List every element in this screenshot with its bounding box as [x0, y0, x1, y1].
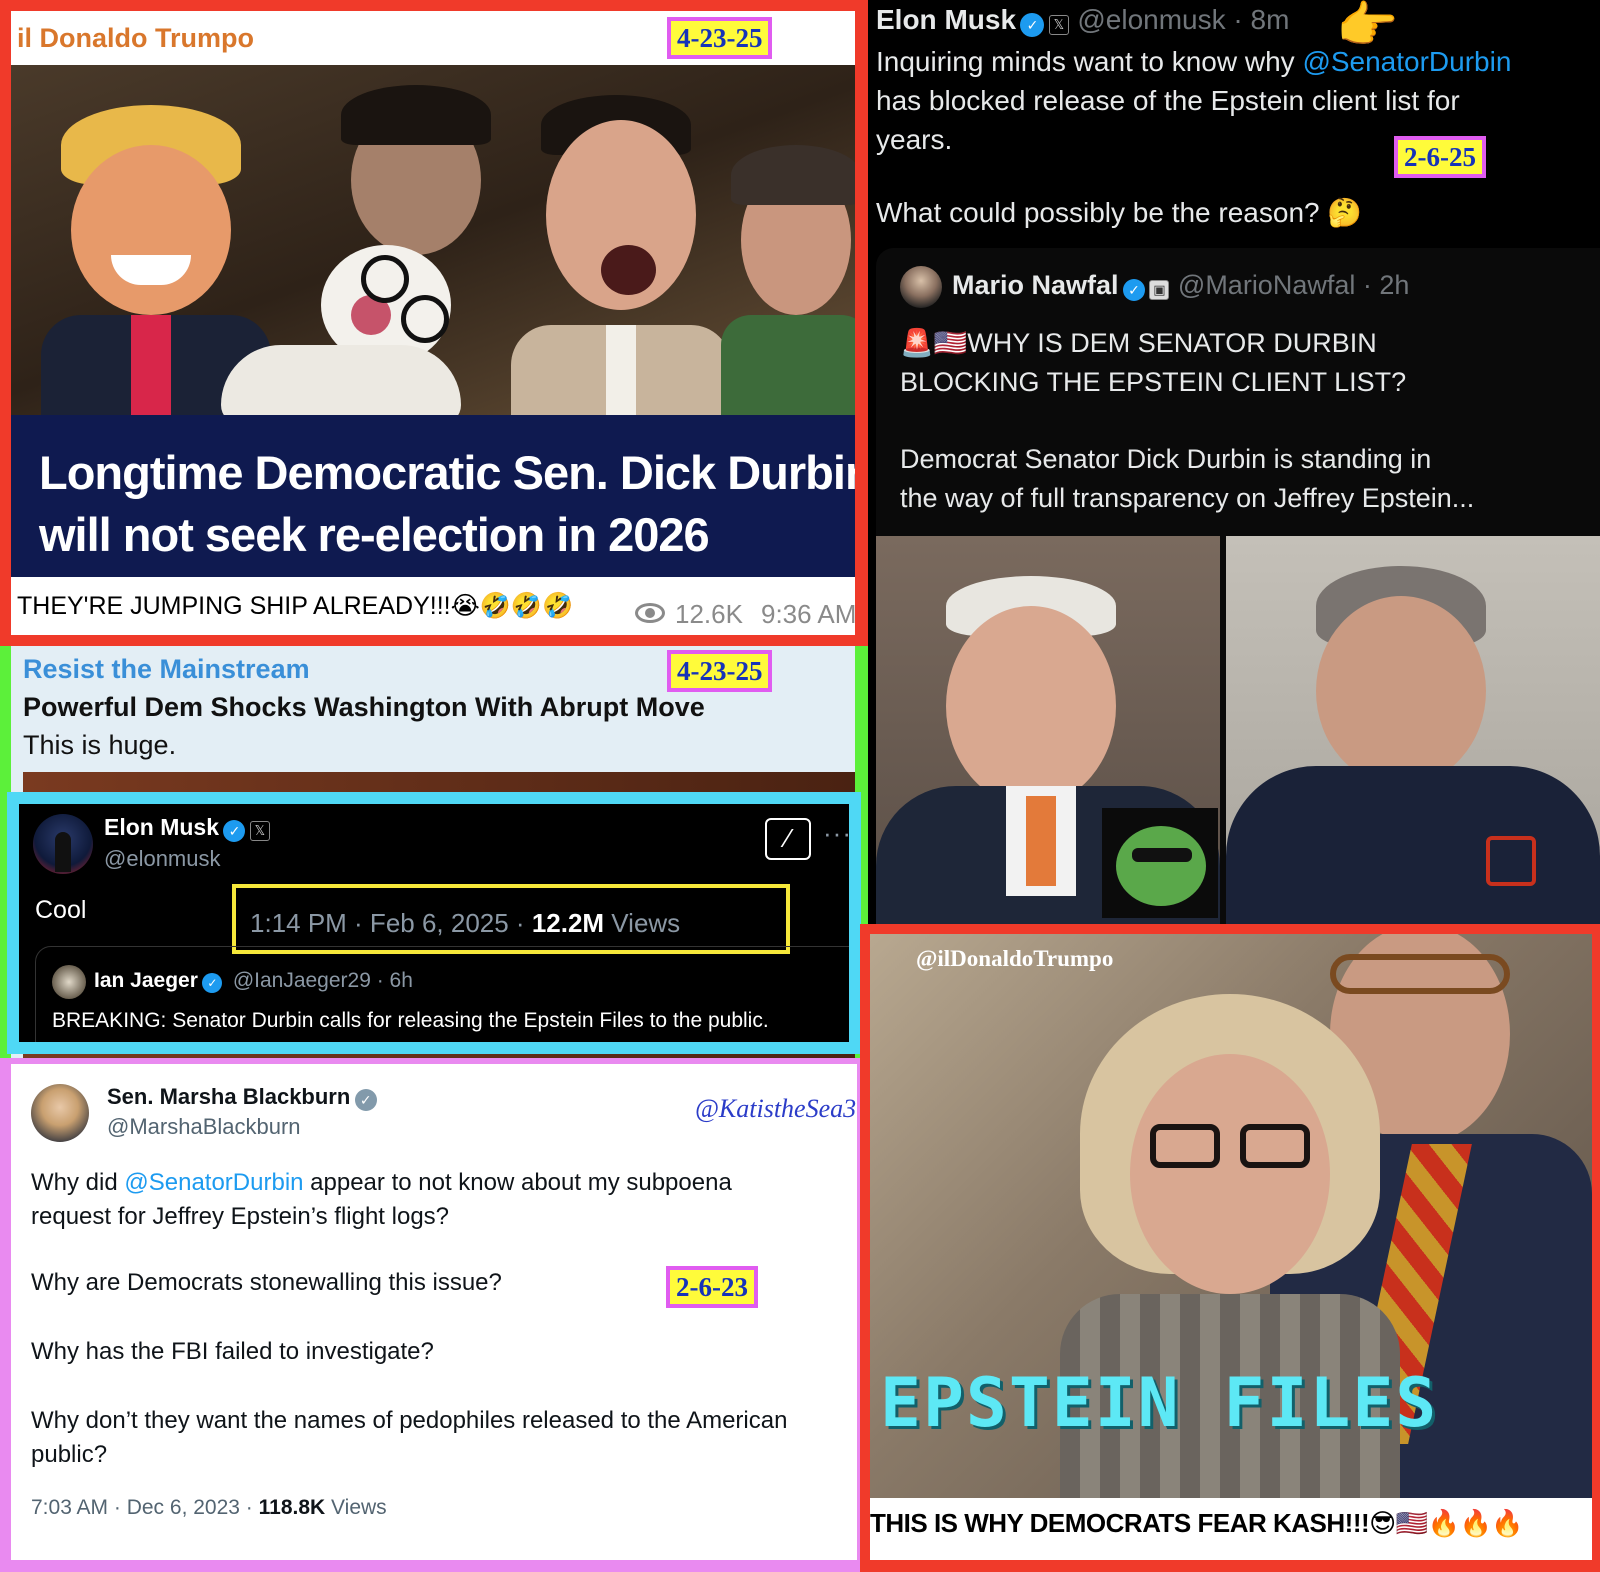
- date-tag: 2-6-25: [1394, 136, 1486, 178]
- date-tag: 2-6-23: [666, 1266, 758, 1308]
- headline-line1: Longtime Democratic Sen. Dick Durbin: [39, 446, 855, 499]
- tweet-paragraph: Why are Democrats stonewalling this issu…: [31, 1269, 502, 1296]
- avatar[interactable]: [31, 1084, 89, 1142]
- quoted-name: Mario Nawfal: [952, 270, 1119, 300]
- verified-icon: ✓: [223, 819, 246, 842]
- avatar[interactable]: [33, 814, 93, 874]
- views-count: 12.2M: [531, 908, 605, 938]
- pepe-icon: [1102, 808, 1218, 918]
- headline-banner: Longtime Democratic Sen. Dick Durbin wil…: [11, 415, 855, 577]
- avatar: [900, 266, 942, 308]
- timestamp-highlight: 1:14 PM · Feb 6, 2025 · 12.2M Views: [232, 884, 790, 954]
- avatar: [52, 965, 86, 999]
- post-caption: THEY'RE JUMPING SHIP ALREADY!!!😭🤣🤣🤣: [17, 592, 574, 620]
- author-name[interactable]: Elon Musk: [104, 814, 219, 840]
- verified-icon: ✓: [1020, 12, 1045, 37]
- watermark: @ilDonaldoTrumpo: [916, 946, 1114, 971]
- author-handle[interactable]: @elonmusk: [104, 846, 221, 872]
- more-options-icon[interactable]: ···: [823, 818, 849, 849]
- quoted-handle: @IanJaeger29 · 6h: [232, 969, 413, 992]
- watermark: @KatistheSea3: [695, 1094, 857, 1123]
- author-handle[interactable]: @elonmusk · 8m: [1077, 4, 1289, 35]
- quoted-tweet[interactable]: Mario Nawfal ✓ ▣ @MarioNawfal · 2h 🚨🇺🇸WH…: [876, 248, 1600, 926]
- post-time: 9:36 AM: [761, 599, 857, 629]
- quoted-text: BREAKING: Senator Durbin calls for relea…: [52, 1009, 769, 1032]
- quoted-tweet[interactable]: Ian Jaeger ✓ @IanJaeger29 · 6h BREAKING:…: [35, 946, 849, 1042]
- tweet-timestamp[interactable]: 7:03 AM · Dec 6, 2023 ·: [31, 1496, 259, 1519]
- channel-name[interactable]: il Donaldo Trumpo: [17, 23, 254, 54]
- tweet-text-part: Inquiring minds want to know why: [876, 46, 1303, 77]
- verified-gray-icon: ✓: [354, 1088, 377, 1111]
- tweet-text: Cool: [35, 896, 87, 924]
- view-count: 12.6K: [675, 599, 743, 629]
- author-name[interactable]: Sen. Marsha Blackburn: [107, 1084, 350, 1109]
- verified-icon: ✓: [1123, 278, 1145, 301]
- tweet-text-part: has blocked release of the Epstein clien…: [876, 85, 1460, 116]
- eye-icon: [635, 603, 665, 623]
- author-name[interactable]: Elon Musk: [876, 4, 1016, 35]
- tweet-timestamp[interactable]: 1:14 PM · Feb 6, 2025 ·: [250, 908, 532, 938]
- views-label: Views: [604, 908, 681, 938]
- panel-trumpo: il Donaldo Trumpo 4-23-25 Longtime Democ…: [0, 0, 868, 646]
- cat-figure: [221, 235, 481, 425]
- tweet-paragraph: Why don’t they want the names of pedophi…: [31, 1407, 788, 1434]
- panel-epstein-video: @ilDonaldoTrumpo EPSTEIN FILES THIS IS W…: [860, 924, 1600, 1572]
- views-label: Views: [325, 1496, 387, 1519]
- quoted-name: Ian Jaeger: [94, 969, 198, 992]
- x-affiliate-icon: 𝕏: [1048, 14, 1069, 35]
- woman-figure: [721, 145, 855, 435]
- meme-photo[interactable]: Longtime Democratic Sen. Dick Durbin wil…: [11, 65, 855, 577]
- date-tag: 4-23-25: [667, 650, 773, 692]
- affiliate-badge-icon: ▣: [1149, 279, 1170, 300]
- tweet-blackburn: Sen. Marsha Blackburn ✓ @MarshaBlackburn…: [0, 1058, 868, 1572]
- tweet-paragraph: Why has the FBI failed to investigate?: [31, 1338, 434, 1365]
- headline-line2: will not seek re-election in 2026: [39, 508, 710, 561]
- quoted-handle: @MarioNawfal · 2h: [1177, 270, 1410, 300]
- grok-icon[interactable]: ⁄: [765, 818, 811, 860]
- article-subtitle: This is huge.: [23, 730, 177, 760]
- tweet-musk-durbin: Elon Musk ✓ 𝕏 @elonmusk · 8m 👉 Inquiring…: [868, 0, 1600, 926]
- views-count: 118.8K: [258, 1496, 326, 1519]
- verified-icon: ✓: [202, 972, 223, 993]
- date-tag: 4-23-25: [667, 17, 773, 59]
- epstein-photo[interactable]: [1226, 536, 1600, 926]
- x-affiliate-icon: 𝕏: [249, 820, 270, 841]
- mention-link[interactable]: @SenatorDurbin: [1302, 46, 1511, 77]
- author-handle[interactable]: @MarshaBlackburn: [107, 1114, 301, 1140]
- quoted-title: BLOCKING THE EPSTEIN CLIENT LIST?: [900, 367, 1407, 397]
- tweet-question: What could possibly be the reason? 🤔: [876, 197, 1363, 228]
- quoted-body: Democrat Senator Dick Durbin is standing…: [900, 444, 1432, 474]
- tweet-text-part: Why did: [31, 1169, 125, 1196]
- article-title[interactable]: Powerful Dem Shocks Washington With Abru…: [23, 692, 705, 723]
- video-frame[interactable]: @ilDonaldoTrumpo EPSTEIN FILES: [870, 934, 1592, 1498]
- tweet-text-part: years.: [876, 124, 953, 155]
- channel-name[interactable]: Resist the Mainstream: [23, 654, 310, 685]
- quoted-title: 🚨🇺🇸WHY IS DEM SENATOR DURBIN: [900, 328, 1377, 358]
- quoted-body: the way of full transparency on Jeffrey …: [900, 483, 1475, 513]
- tweet-text-part: request for Jeffrey Epstein’s flight log…: [31, 1203, 450, 1230]
- tweet-musk-cool: Elon Musk ✓ 𝕏 @elonmusk ⁄ ··· Cool 1:14 …: [7, 792, 861, 1054]
- overlay-title: EPSTEIN FILES: [880, 1364, 1439, 1443]
- tweet-paragraph: public?: [31, 1441, 108, 1468]
- ray-liotta-figure: [511, 95, 731, 465]
- mention-link[interactable]: @SenatorDurbin: [124, 1169, 303, 1196]
- tweet-text-part: appear to not know about my subpoena: [303, 1169, 732, 1196]
- post-caption: THIS IS WHY DEMOCRATS FEAR KASH!!!😎🇺🇸🔥🔥🔥: [870, 1508, 1524, 1538]
